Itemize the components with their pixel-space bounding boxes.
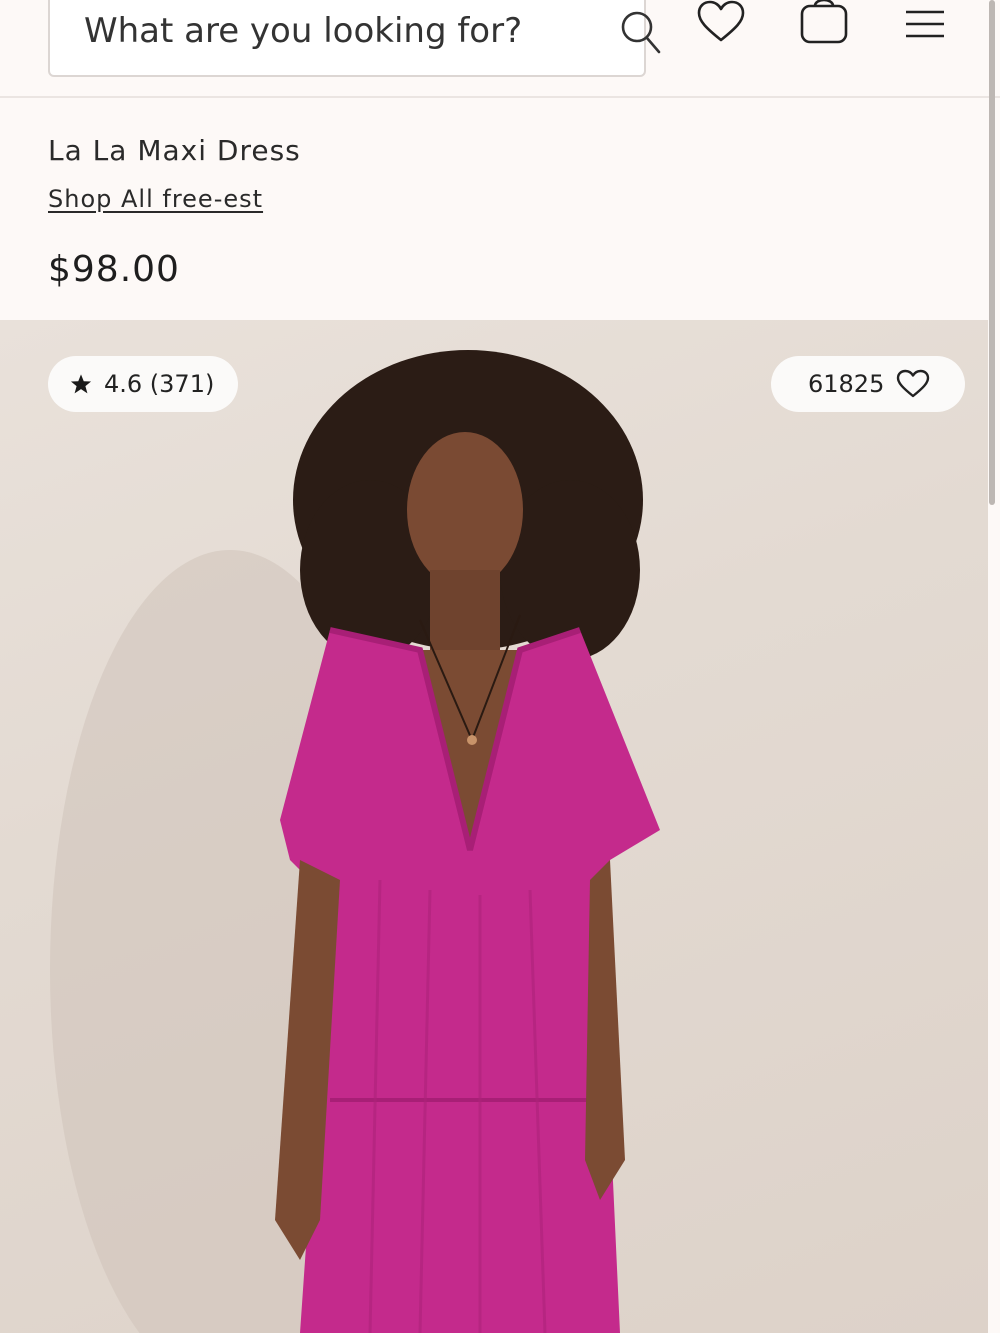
product-price: $98.00 bbox=[48, 249, 180, 290]
model-photo bbox=[50, 350, 660, 1333]
star-icon bbox=[70, 374, 92, 394]
heart-icon[interactable] bbox=[696, 0, 746, 46]
product-page: La La Maxi Dress Shop All free-est $98.0… bbox=[0, 0, 1000, 1333]
search-box[interactable] bbox=[48, 0, 661, 77]
search-input[interactable] bbox=[84, 10, 564, 52]
scrollbar[interactable] bbox=[989, 0, 995, 505]
product-title: La La Maxi Dress bbox=[48, 134, 301, 167]
product-image[interactable]: 4.6 (371) 61825 bbox=[0, 320, 988, 1333]
likes-count: 61825 bbox=[808, 370, 885, 398]
heart-outline-icon[interactable] bbox=[896, 369, 930, 399]
shop-all-brand-link[interactable]: Shop All free-est bbox=[48, 185, 263, 213]
shopping-bag-icon[interactable] bbox=[800, 0, 848, 46]
top-header bbox=[0, 0, 1000, 98]
search-icon[interactable] bbox=[620, 10, 662, 56]
rating-badge[interactable]: 4.6 (371) bbox=[48, 356, 239, 412]
hamburger-menu-icon[interactable] bbox=[904, 0, 946, 46]
rating-value: 4.6 (371) bbox=[104, 370, 215, 398]
likes-badge[interactable]: 61825 bbox=[771, 356, 965, 412]
